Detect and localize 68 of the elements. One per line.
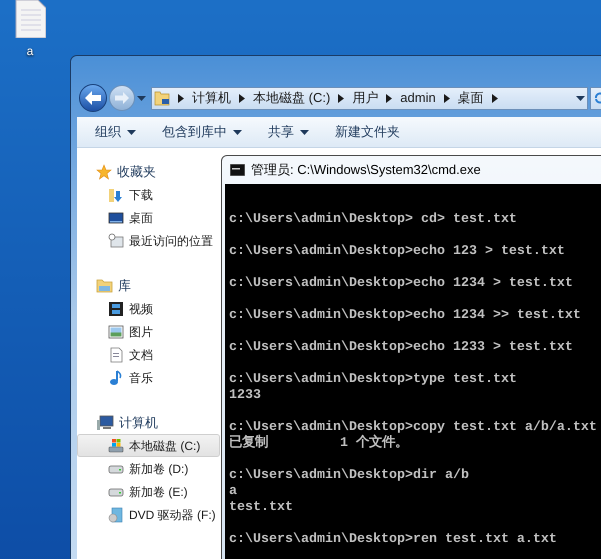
console-line: c:\Users\admin\Desktop>dir a/b [229,468,470,484]
console-line: test.txt [229,500,294,516]
folder-icon [96,278,113,293]
star-icon [96,164,112,180]
caret-icon [137,96,146,100]
caret-icon [127,130,136,134]
console-line: c:\Users\admin\Desktop>copy test.txt a/b/a.txt [229,420,598,435]
breadcrumb-item[interactable]: admin [400,88,436,108]
navigation-item[interactable]: 图片 [77,320,220,343]
picture-icon [108,324,124,340]
recent-places-icon [108,232,124,248]
console-line: c:\Users\admin\Desktop>echo 1234 > test.txt [229,276,574,292]
toolbar-menu[interactable]: 新建文件夹 [335,122,400,142]
music-note-icon [108,370,124,386]
navigation-group[interactable]: 收藏夹 [77,160,220,183]
back-arrow-icon [85,91,101,105]
chevron-icon [239,94,245,102]
film-icon [108,300,124,316]
console-line: c:\Users\admin\Desktop>type test.txt [229,372,518,388]
folder-icon [154,90,170,106]
navigation-item[interactable]: 新加卷 (E:) [77,480,220,503]
chevron-icon [178,94,184,102]
back-button[interactable] [79,84,107,112]
console-line: c:\Users\admin\Desktop>ren test.txt a.txt [229,532,558,548]
dvd-drive-icon [108,506,124,522]
chevron-icon [492,94,498,102]
console-line: 1233 [229,388,262,404]
navigation-group[interactable]: 库 [77,274,220,297]
breadcrumb-item[interactable]: 桌面 [458,88,484,108]
chevron-icon [444,94,450,102]
computer-icon [96,414,114,430]
console-line: a [229,484,238,500]
console-line: 已复制 1 个文件。 [229,436,409,452]
system-drive-icon [108,438,124,454]
navigation-item[interactable]: DVD 驱动器 (F:) [77,503,220,526]
chevron-icon [386,94,392,102]
file-label: a [26,44,34,58]
navigation-item[interactable]: 桌面 [77,206,220,229]
text-file-icon[interactable] [14,0,46,38]
navigation-item[interactable]: 文档 [77,343,220,366]
navigation-item[interactable]: 下载 [77,183,220,206]
breadcrumb-item[interactable]: 用户 [352,88,378,108]
download-folder-icon [108,186,124,202]
console-line: c:\Users\admin\Desktop> cd> test.txt [229,212,518,228]
console-icon [230,164,245,176]
navigation-item[interactable]: 本地磁盘 (C:) [77,434,220,457]
navigation-item[interactable]: 音乐 [77,366,220,389]
navigation-item[interactable]: 新加卷 (D:) [77,457,220,480]
toolbar-menu[interactable]: 共享 [268,122,309,142]
navigation-item[interactable]: 最近访问的位置 [77,229,220,252]
toolbar-menu[interactable]: 组织 [95,122,136,142]
desktop-icon [108,210,124,226]
caret-icon [300,130,309,134]
console-line: c:\Users\admin\Desktop>echo 1233 > test.txt [229,340,574,356]
toolbar-menu[interactable]: 包含到库中 [162,122,242,142]
console-line: c:\Users\admin\Desktop>echo 1234 >> test.txt [229,308,582,324]
caret-icon [576,96,585,100]
breadcrumb-item[interactable]: 计算机 [192,88,231,108]
document-icon [108,346,124,362]
caret-icon [233,130,242,134]
address-bar[interactable]: 计算机 本地磁盘 (C:) 用户 admin 桌面 [151,86,588,110]
navigation-group[interactable]: 计算机 [77,411,220,434]
window-title: 管理员: C:\Windows\System32\cmd.exe [251,161,481,180]
chevron-icon [338,94,344,102]
console-line: c:\Users\admin\Desktop>echo 123 > test.txt [229,244,566,260]
navigation-item[interactable]: 视频 [77,297,220,320]
forward-arrow-icon [115,92,129,104]
breadcrumb-item[interactable]: 本地磁盘 (C:) [253,88,330,108]
